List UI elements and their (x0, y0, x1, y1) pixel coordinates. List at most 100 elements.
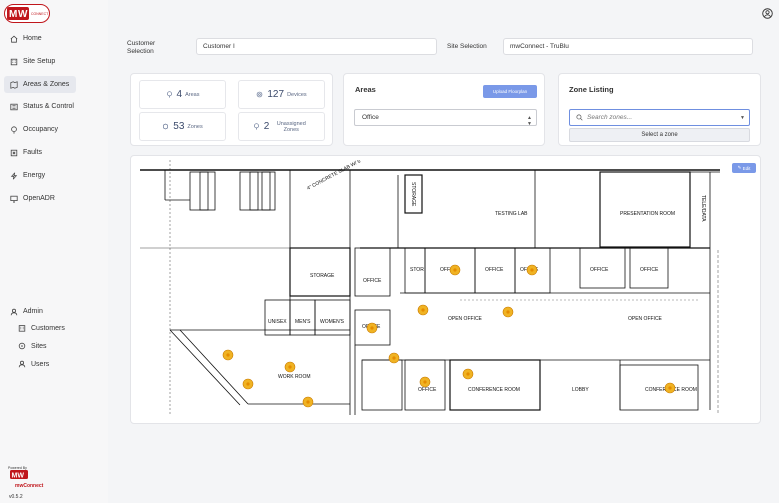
devices-count: 127 (267, 89, 285, 100)
sensor-marker[interactable] (302, 396, 314, 408)
room-label: TESTING LAB (495, 211, 528, 217)
device-icon (257, 91, 263, 98)
sensor-marker[interactable] (222, 349, 234, 361)
room-label: PRESENTATION ROOM (620, 211, 675, 217)
sidebar-item-occupancy[interactable]: Occupancy (4, 121, 76, 138)
sidebar-item-customers[interactable]: Customers (18, 321, 65, 335)
zone-listing-title: Zone Listing (569, 85, 614, 94)
areas-count: 4 (176, 89, 183, 100)
location-icon (11, 125, 17, 134)
edit-label: Edit (742, 165, 751, 171)
zone-search-placeholder: Search zones... (587, 114, 633, 121)
sensor-marker[interactable] (502, 306, 514, 318)
mwconnect-logo[interactable]: M W CONNECT (4, 4, 50, 23)
sidebar-item-home[interactable]: Home (4, 30, 76, 47)
unassigned-label: Unassigned Zones (276, 120, 306, 133)
sidebar-item-label: Home (23, 35, 42, 42)
faults-icon (10, 149, 18, 156)
sensor-markers (222, 264, 676, 408)
monitor-icon (10, 195, 18, 203)
chevron-down-icon: ▲ ▼ (527, 115, 532, 127)
sidebar-item-status-control[interactable]: Status & Control (4, 98, 76, 115)
room-label: STORAGE (310, 273, 335, 279)
admin-icon (10, 308, 18, 315)
map-pin-icon (10, 80, 18, 89)
areas-stat: 4 Areas (139, 80, 226, 109)
room-label: OFFICE (363, 278, 382, 284)
site-select[interactable]: mwConnect - TruBlu (503, 38, 753, 55)
sensor-marker[interactable] (388, 352, 400, 364)
room-label: OFFICE (640, 267, 659, 273)
edit-button[interactable]: ✎ Edit (732, 163, 756, 173)
room-label: WOMEN'S (320, 319, 345, 325)
area-select-value: Office (362, 114, 379, 121)
sidebar-item-openadr[interactable]: OpenADR (4, 190, 76, 207)
sensor-marker[interactable] (417, 304, 429, 316)
sidebar-item-label: Status & Control (23, 103, 74, 110)
svg-text:CONNECT: CONNECT (31, 12, 49, 16)
sidebar-item-site-setup[interactable]: Site Setup (4, 53, 76, 70)
upload-floorplan-button[interactable]: Upload Floorplan (483, 85, 537, 98)
powered-by-text: Powered By (8, 466, 27, 470)
sensor-marker[interactable] (664, 382, 676, 394)
user-account-icon[interactable] (762, 8, 773, 19)
sidebar-item-label: Sites (31, 342, 47, 350)
sidebar-item-label: Customers (31, 324, 65, 332)
zones-label: Zones (187, 123, 203, 130)
sensor-marker[interactable] (419, 376, 431, 388)
sidebar-item-label: Admin (23, 308, 43, 315)
sensor-marker[interactable] (462, 368, 474, 380)
chevron-down-icon: ▼ (740, 115, 745, 121)
floorplan-drawing[interactable]: STORAGE TESTING LAB PRESENTATION ROOM TE… (140, 160, 720, 415)
sliders-icon (10, 103, 18, 110)
room-label: CONFERENCE ROOM (468, 387, 520, 393)
sensor-marker[interactable] (526, 264, 538, 276)
zones-stat: 53 Zones (139, 112, 226, 141)
sensor-marker[interactable] (284, 361, 296, 373)
version-label: v0.5.2 (9, 494, 23, 500)
customer-selection-label: Customer Selection (127, 40, 156, 55)
room-label: OFFICE (485, 267, 504, 273)
slab-note: 4" CONCRETE SLAB W/ 6" WIRE AT 6" O.C. O… (306, 160, 575, 192)
location-icon (253, 123, 259, 130)
areas-label: Areas (185, 91, 200, 98)
zone-search-input[interactable]: Search zones... ▼ (569, 109, 750, 126)
zones-count: 53 (173, 121, 185, 132)
room-label: STORAGE (410, 182, 416, 207)
room-label: LOBBY (572, 387, 589, 393)
sidebar-item-label: OpenADR (23, 195, 55, 202)
location-icon (166, 91, 172, 98)
sidebar-item-energy[interactable]: Energy (4, 167, 76, 184)
area-select[interactable]: Office ▲ ▼ (354, 109, 537, 127)
svg-text:MW: MW (12, 473, 25, 480)
select-zone-button[interactable]: Select a zone (569, 128, 750, 142)
users-icon (18, 360, 26, 368)
customer-select[interactable]: Customer I (196, 38, 437, 55)
sensor-marker[interactable] (242, 378, 254, 390)
sidebar-item-sites[interactable]: Sites (18, 339, 47, 353)
room-label: OPEN OFFICE (448, 316, 483, 322)
sensor-marker[interactable] (449, 264, 461, 276)
areas-title: Areas (355, 85, 376, 94)
customers-icon (18, 325, 26, 332)
sidebar: M W CONNECT Home Site Setup Areas & Zone… (0, 0, 108, 503)
sidebar-item-label: Energy (23, 172, 46, 179)
svg-text:M: M (9, 9, 17, 20)
room-label: UNISEX (268, 319, 287, 325)
sidebar-item-label: Site Setup (23, 58, 56, 65)
room-label: MEN'S (295, 319, 311, 325)
room-label: STOR (410, 267, 424, 273)
sites-icon (18, 342, 26, 350)
sidebar-item-admin[interactable]: Admin (4, 303, 76, 320)
room-label: WORK ROOM (278, 374, 311, 380)
unassigned-zones-stat: 2 Unassigned Zones (238, 112, 325, 141)
sidebar-item-faults[interactable]: Faults (4, 144, 76, 161)
sidebar-item-users[interactable]: Users (18, 357, 49, 371)
sidebar-item-areas-zones[interactable]: Areas & Zones (4, 76, 76, 93)
sidebar-item-label: Users (31, 360, 50, 368)
home-icon (10, 35, 18, 43)
sidebar-item-label: Occupancy (23, 126, 59, 133)
search-icon (576, 114, 583, 121)
sensor-marker[interactable] (366, 322, 378, 334)
zones-icon (163, 123, 169, 130)
